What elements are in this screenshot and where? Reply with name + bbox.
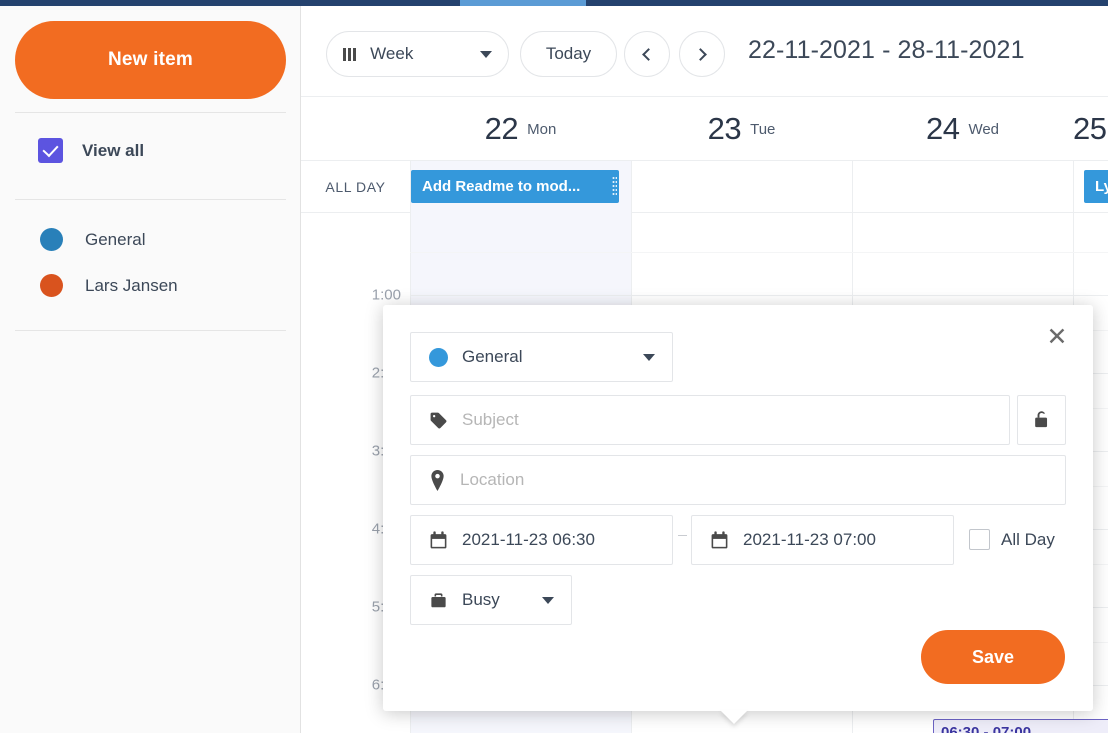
- new-item-button[interactable]: New item: [15, 21, 286, 99]
- save-button[interactable]: Save: [921, 630, 1065, 684]
- location-field-wrapper[interactable]: Location: [410, 455, 1066, 505]
- grid-line: [410, 295, 1108, 296]
- location-pin-icon: [429, 469, 446, 491]
- calendar-select-value: General: [462, 347, 523, 366]
- start-datetime-field[interactable]: 2021-11-23 06:30: [410, 515, 673, 565]
- all-day-event-title: Add Readme to mod...: [422, 178, 581, 195]
- start-datetime-value: 2021-11-23 06:30: [462, 530, 595, 549]
- sidebar-divider: [15, 112, 286, 113]
- day-header-mon[interactable]: 22 Mon: [410, 97, 631, 161]
- time-label: 1:00: [371, 286, 401, 304]
- day-header-wed[interactable]: 24 Wed: [852, 97, 1073, 161]
- calendar-toolbar: Week Today 22-11-2021 - 28-11-2021: [301, 6, 1108, 97]
- location-placeholder: Location: [460, 470, 525, 489]
- today-button[interactable]: Today: [520, 31, 617, 77]
- calendar-label: Lars Jansen: [85, 275, 178, 295]
- view-all-row[interactable]: View all: [38, 138, 144, 163]
- chevron-down-icon: [643, 353, 655, 361]
- day-number: 22: [484, 111, 519, 146]
- all-day-checkbox-row[interactable]: All Day: [969, 529, 1055, 550]
- all-day-event-title: Ly: [1095, 178, 1108, 195]
- date-range-title: 22-11-2021 - 28-11-2021: [748, 36, 1025, 64]
- end-datetime-value: 2021-11-23 07:00: [743, 530, 876, 549]
- day-name: Mon: [527, 120, 557, 138]
- calendar-icon: [710, 530, 729, 550]
- grid-line: [852, 161, 853, 213]
- calendar-color-dot: [40, 228, 63, 251]
- datetime-separator: [678, 535, 687, 536]
- subject-placeholder: Subject: [462, 410, 519, 429]
- availability-value: Busy: [462, 590, 500, 609]
- calendar-event-time: 06:30 - 07:00: [941, 724, 1032, 733]
- all-day-event[interactable]: Add Readme to mod...: [411, 170, 619, 203]
- calendar-event[interactable]: 06:30 - 07:00: [933, 719, 1108, 733]
- day-name: Wed: [968, 120, 1000, 138]
- calendar-app: New item View all General Lars Jansen We…: [0, 0, 1108, 733]
- calendar-label: General: [85, 229, 146, 249]
- all-day-label: ALL DAY: [325, 179, 386, 195]
- calendar-icon: [429, 530, 448, 550]
- end-datetime-field[interactable]: 2021-11-23 07:00: [691, 515, 954, 565]
- all-day-checkbox[interactable]: [969, 529, 990, 550]
- day-number: 25: [1073, 111, 1107, 146]
- subject-field-wrapper[interactable]: Subject: [410, 395, 1010, 445]
- day-number: 23: [707, 111, 742, 146]
- dialog-pointer-arrow: [720, 710, 748, 724]
- chevron-down-icon: [480, 50, 492, 58]
- bars-icon: [343, 47, 357, 61]
- sidebar-calendar-general[interactable]: General: [40, 228, 145, 251]
- day-number: 24: [925, 111, 960, 146]
- availability-select[interactable]: Busy: [410, 575, 572, 625]
- calendar-color-dot: [40, 274, 63, 297]
- previous-week-button[interactable]: [624, 31, 670, 77]
- resize-handle-icon[interactable]: [612, 176, 617, 197]
- next-week-button[interactable]: [679, 31, 725, 77]
- today-label: Today: [545, 44, 592, 63]
- privacy-lock-button[interactable]: [1017, 395, 1066, 445]
- view-selector-label: Week: [370, 44, 414, 63]
- all-day-event[interactable]: Ly: [1084, 170, 1108, 203]
- chevron-left-icon: [642, 47, 655, 61]
- grid-line: [1073, 161, 1074, 213]
- calendar-select[interactable]: General: [410, 332, 673, 382]
- all-day-checkbox-label: All Day: [1001, 529, 1055, 549]
- chevron-down-icon: [542, 596, 554, 604]
- day-name: Tue: [750, 120, 776, 138]
- day-header-row: 22 Mon 23 Tue 24 Wed 25: [301, 97, 1108, 161]
- calendar-color-dot-icon: [429, 347, 448, 367]
- day-header-thu[interactable]: 25: [1073, 97, 1108, 161]
- close-icon[interactable]: ✕: [1040, 320, 1074, 354]
- view-all-checkbox[interactable]: [38, 138, 63, 163]
- grid-line: [410, 252, 1108, 253]
- chevron-right-icon: [694, 47, 707, 61]
- sidebar-divider: [15, 330, 286, 331]
- unlock-icon: [1032, 409, 1051, 431]
- grid-line: [631, 161, 632, 213]
- sidebar-divider: [15, 199, 286, 200]
- all-day-row: ALL DAY Add Readme to mod... Ly: [301, 161, 1108, 213]
- view-selector[interactable]: Week: [326, 31, 509, 77]
- sidebar-calendar-lars-jansen[interactable]: Lars Jansen: [40, 274, 178, 297]
- sidebar: New item View all General Lars Jansen: [0, 6, 301, 733]
- day-header-tue[interactable]: 23 Tue: [631, 97, 852, 161]
- tag-icon: [429, 411, 448, 430]
- briefcase-icon: [429, 591, 448, 610]
- view-all-label: View all: [82, 140, 145, 160]
- event-editor-dialog: ✕ General Subject Location 2021-11-23 06…: [383, 305, 1093, 724]
